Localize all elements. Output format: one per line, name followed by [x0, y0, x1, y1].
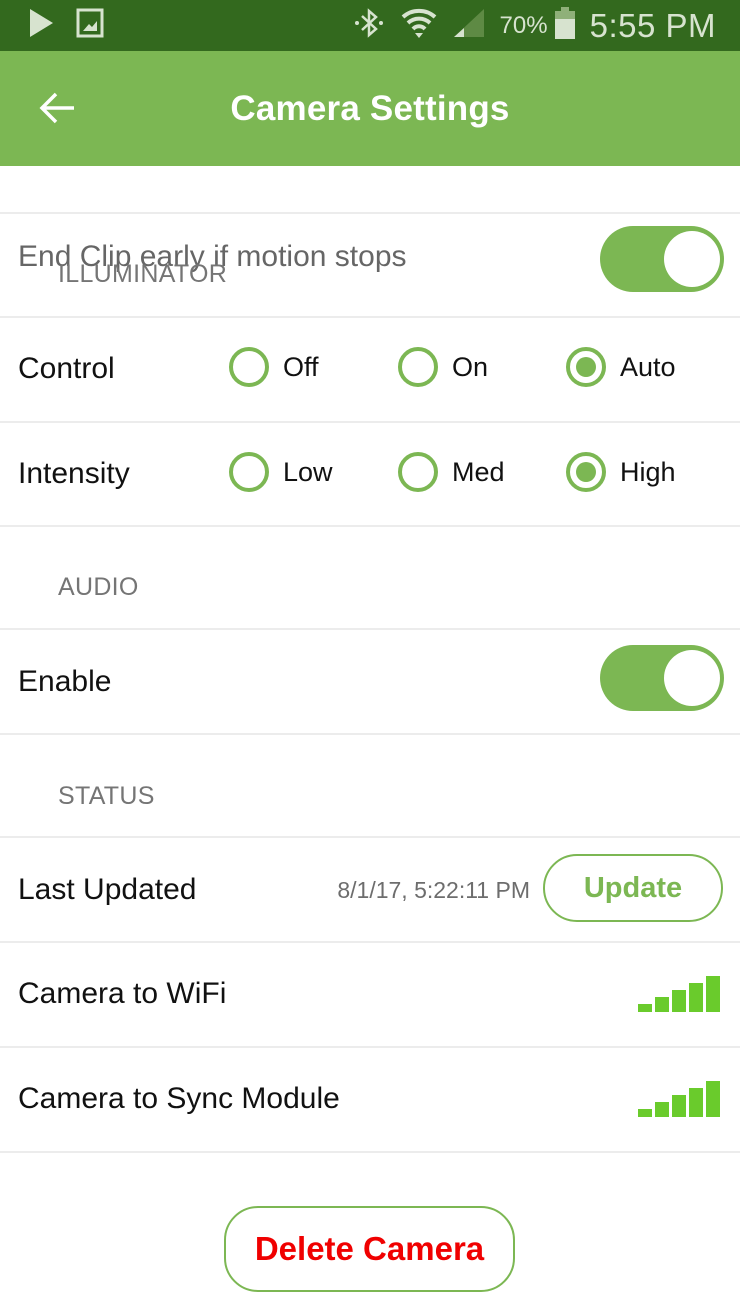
signal-bar [706, 1081, 720, 1117]
control-option-auto[interactable]: Auto [566, 347, 676, 387]
section-header-status: STATUS [0, 735, 740, 838]
intensity-option-med[interactable]: Med [398, 452, 505, 492]
cell-signal-icon [452, 7, 486, 44]
section-title: ILLUMINATOR [58, 260, 228, 288]
gallery-icon [76, 8, 104, 43]
control-label: Control [18, 352, 115, 385]
signal-bar [672, 990, 686, 1012]
control-row: Control Off On Auto [0, 318, 740, 423]
signal-bar [655, 1102, 669, 1117]
delete-camera-button[interactable]: Delete Camera [224, 1206, 515, 1292]
bluetooth-icon [352, 7, 386, 44]
intensity-row: Intensity Low Med High [0, 423, 740, 527]
play-store-icon [28, 8, 54, 43]
signal-bar [689, 983, 703, 1012]
last-updated-label: Last Updated [18, 873, 197, 906]
radio-label: On [452, 351, 489, 382]
intensity-label: Intensity [18, 457, 130, 490]
wifi-icon [400, 7, 438, 44]
radio-unchecked-icon [398, 347, 438, 387]
radio-checked-icon [566, 347, 606, 387]
battery-icon [554, 6, 576, 45]
camera-to-sync-row: Camera to Sync Module [0, 1048, 740, 1153]
page-title: Camera Settings [230, 89, 510, 128]
audio-enable-row: Enable [0, 630, 740, 735]
signal-bar [689, 1088, 703, 1117]
radio-unchecked-icon [229, 452, 269, 492]
radio-unchecked-icon [229, 347, 269, 387]
intensity-option-low[interactable]: Low [229, 452, 333, 492]
last-updated-timestamp: 8/1/17, 5:22:11 PM [337, 877, 530, 903]
audio-enable-label: Enable [18, 665, 112, 698]
radio-label: Low [283, 456, 333, 487]
toggle-knob [664, 650, 720, 706]
app-bar: Camera Settings [0, 51, 740, 166]
camera-to-sync-label: Camera to Sync Module [18, 1082, 340, 1115]
signal-bar [638, 1004, 652, 1012]
signal-strength-icon [638, 976, 720, 1012]
radio-label: Off [283, 351, 319, 382]
clock: 5:55 PM [589, 6, 716, 44]
section-title: STATUS [58, 782, 155, 810]
section-header-audio: AUDIO [0, 527, 740, 630]
section-title: AUDIO [58, 573, 139, 601]
radio-label: Auto [620, 351, 676, 382]
signal-strength-icon [638, 1081, 720, 1117]
last-updated-row: Last Updated 8/1/17, 5:22:11 PM Update [0, 838, 740, 943]
radio-label: Med [452, 456, 505, 487]
update-button[interactable]: Update [543, 854, 723, 922]
radio-checked-icon [566, 452, 606, 492]
signal-bar [706, 976, 720, 1012]
battery-percent: 70% [499, 11, 548, 39]
intensity-option-high[interactable]: High [566, 452, 676, 492]
radio-label: High [620, 456, 676, 487]
system-status-bar: 70% 5:55 PM [0, 0, 740, 51]
radio-unchecked-icon [398, 452, 438, 492]
audio-enable-toggle[interactable] [600, 645, 724, 711]
camera-to-wifi-row: Camera to WiFi [0, 943, 740, 1048]
camera-to-wifi-label: Camera to WiFi [18, 977, 227, 1010]
signal-bar [638, 1109, 652, 1117]
control-option-on[interactable]: On [398, 347, 488, 387]
control-option-off[interactable]: Off [229, 347, 319, 387]
section-header-illuminator: ILLUMINATOR [0, 214, 740, 318]
signal-bar [672, 1095, 686, 1117]
signal-bar [655, 997, 669, 1012]
